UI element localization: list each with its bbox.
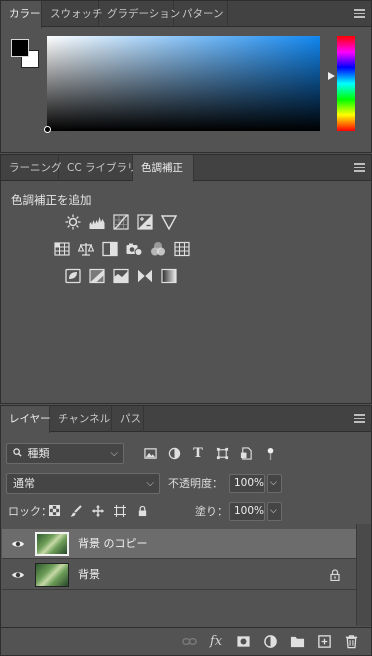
layer-style-fx-icon[interactable]: fx (208, 634, 224, 650)
adjustment-icons-row-3 (64, 267, 177, 284)
visibility-eye-icon[interactable] (11, 538, 25, 550)
tab-learning[interactable]: ラーニング (1, 155, 62, 181)
search-icon (13, 444, 24, 463)
lock-all-icon[interactable] (135, 505, 149, 519)
lock-position-icon[interactable] (91, 505, 105, 519)
black-white-icon[interactable] (101, 240, 118, 257)
link-layers-icon[interactable] (181, 634, 197, 650)
smart-object-filter-icon[interactable] (239, 446, 253, 461)
photo-filter-icon[interactable] (125, 240, 142, 257)
lock-icons (47, 505, 149, 519)
shape-layer-filter-icon[interactable] (215, 447, 229, 461)
adjustments-panel-tabbar: ラーニング CC ライブラリ 色調補正 (1, 155, 371, 182)
layer-row-background-copy[interactable]: 背景 のコピー (2, 529, 356, 559)
fill-label: 塗り： (195, 505, 228, 518)
type-layer-filter-icon[interactable]: T (191, 446, 205, 461)
blend-mode-value: 通常 (13, 477, 35, 490)
adjustments-title: 色調補正を追加 (11, 193, 92, 207)
vibrance-icon[interactable] (160, 213, 177, 230)
brightness-contrast-icon[interactable] (64, 213, 81, 230)
exposure-icon[interactable] (136, 213, 153, 230)
tab-color[interactable]: カラー (1, 1, 42, 28)
lock-label: ロック： (8, 505, 52, 518)
tab-layers[interactable]: レイヤー (1, 406, 51, 433)
tab-cc-libraries[interactable]: CC ライブラリ (59, 155, 138, 181)
layer-filter-select[interactable]: 種類 ⌵ (6, 443, 124, 464)
layer-thumbnail (35, 563, 69, 587)
fill-input[interactable]: 100% (229, 502, 265, 521)
delete-layer-trash-icon[interactable] (343, 634, 359, 650)
adjustment-layer-filter-icon[interactable] (167, 447, 181, 461)
color-panel-tabbar: カラー スウォッチ グラデーション パターン (1, 1, 371, 28)
tab-patterns[interactable]: パターン (174, 1, 228, 27)
panel-menu-icon[interactable] (354, 9, 365, 18)
tab-paths[interactable]: パス (112, 406, 144, 432)
tab-channels[interactable]: チャンネル (50, 406, 112, 432)
blend-opacity-row: 通常 ⌵ 不透明度： 100% ⌵ (1, 473, 371, 497)
invert-icon[interactable] (64, 267, 81, 284)
visibility-eye-icon[interactable] (11, 569, 25, 581)
layer-filter-icons: T (143, 443, 277, 464)
color-picker-field[interactable] (47, 36, 320, 131)
fill-dropdown-button[interactable]: ⌵ (267, 502, 282, 521)
curves-icon[interactable] (112, 213, 129, 230)
new-group-folder-icon[interactable] (289, 634, 305, 650)
gradient-map-icon[interactable] (160, 267, 177, 284)
hue-saturation-icon[interactable] (53, 240, 70, 257)
chevron-down-icon: ⌵ (110, 448, 118, 459)
filter-toggle-icon[interactable] (263, 447, 277, 461)
blend-mode-select[interactable]: 通常 ⌵ (6, 473, 160, 494)
layer-name[interactable]: 背景 のコピー (78, 529, 148, 559)
selective-color-icon[interactable] (136, 267, 153, 284)
hue-slider[interactable] (337, 36, 355, 131)
opacity-label: 不透明度： (168, 477, 223, 490)
tab-adjustments[interactable]: 色調補正 (133, 155, 194, 182)
tab-gradients[interactable]: グラデーション (99, 1, 180, 27)
adjustment-icons-row-1 (64, 213, 177, 230)
layer-name[interactable]: 背景 (78, 560, 100, 590)
chevron-down-icon: ⌵ (270, 506, 277, 516)
hue-slider-arrow-icon[interactable] (328, 72, 335, 80)
add-mask-icon[interactable] (235, 634, 251, 650)
color-balance-icon[interactable] (77, 240, 94, 257)
panel-menu-icon[interactable] (354, 163, 365, 172)
layers-panel: レイヤー チャンネル パス 種類 ⌵ T 通常 ⌵ 不透明度： 100% ⌵ ロ… (0, 405, 372, 656)
layer-lock-icon[interactable] (330, 569, 340, 582)
panel-menu-icon[interactable] (354, 414, 365, 423)
lock-transparent-pixels-icon[interactable] (47, 505, 61, 519)
levels-icon[interactable] (88, 213, 105, 230)
layers-footer: fx (1, 627, 371, 655)
tab-swatches[interactable]: スウォッチ (42, 1, 103, 27)
layer-row-background[interactable]: 背景 (2, 560, 356, 590)
color-picker-marker[interactable] (44, 126, 51, 133)
channel-mixer-icon[interactable] (149, 240, 166, 257)
posterize-icon[interactable] (88, 267, 105, 284)
layers-footer-icons: fx (181, 634, 359, 650)
foreground-color-swatch[interactable] (11, 39, 29, 57)
layer-filter-label: 種類 (27, 447, 50, 460)
adjustment-icons-row-2 (53, 240, 190, 257)
layer-filter-row: 種類 ⌵ T (1, 443, 371, 467)
chevron-down-icon: ⌵ (270, 478, 277, 488)
opacity-dropdown-button[interactable]: ⌵ (267, 474, 282, 493)
lock-image-pixels-icon[interactable] (69, 505, 83, 519)
layer-thumbnail (35, 532, 69, 556)
pixel-layer-filter-icon[interactable] (143, 447, 157, 461)
layers-scrollbar[interactable] (356, 524, 371, 626)
new-adjustment-layer-icon[interactable] (262, 634, 278, 650)
new-layer-icon[interactable] (316, 634, 332, 650)
lock-fill-row: ロック： 塗り： 100% ⌵ (1, 501, 371, 525)
color-lookup-icon[interactable] (173, 240, 190, 257)
lock-artboard-icon[interactable] (113, 505, 127, 519)
opacity-input[interactable]: 100% (229, 474, 265, 493)
chevron-down-icon: ⌵ (146, 478, 154, 489)
layers-panel-tabbar: レイヤー チャンネル パス (1, 406, 371, 433)
threshold-icon[interactable] (112, 267, 129, 284)
color-panel: カラー スウォッチ グラデーション パターン (0, 0, 372, 153)
adjustments-panel: ラーニング CC ライブラリ 色調補正 色調補正を追加 (0, 154, 372, 404)
